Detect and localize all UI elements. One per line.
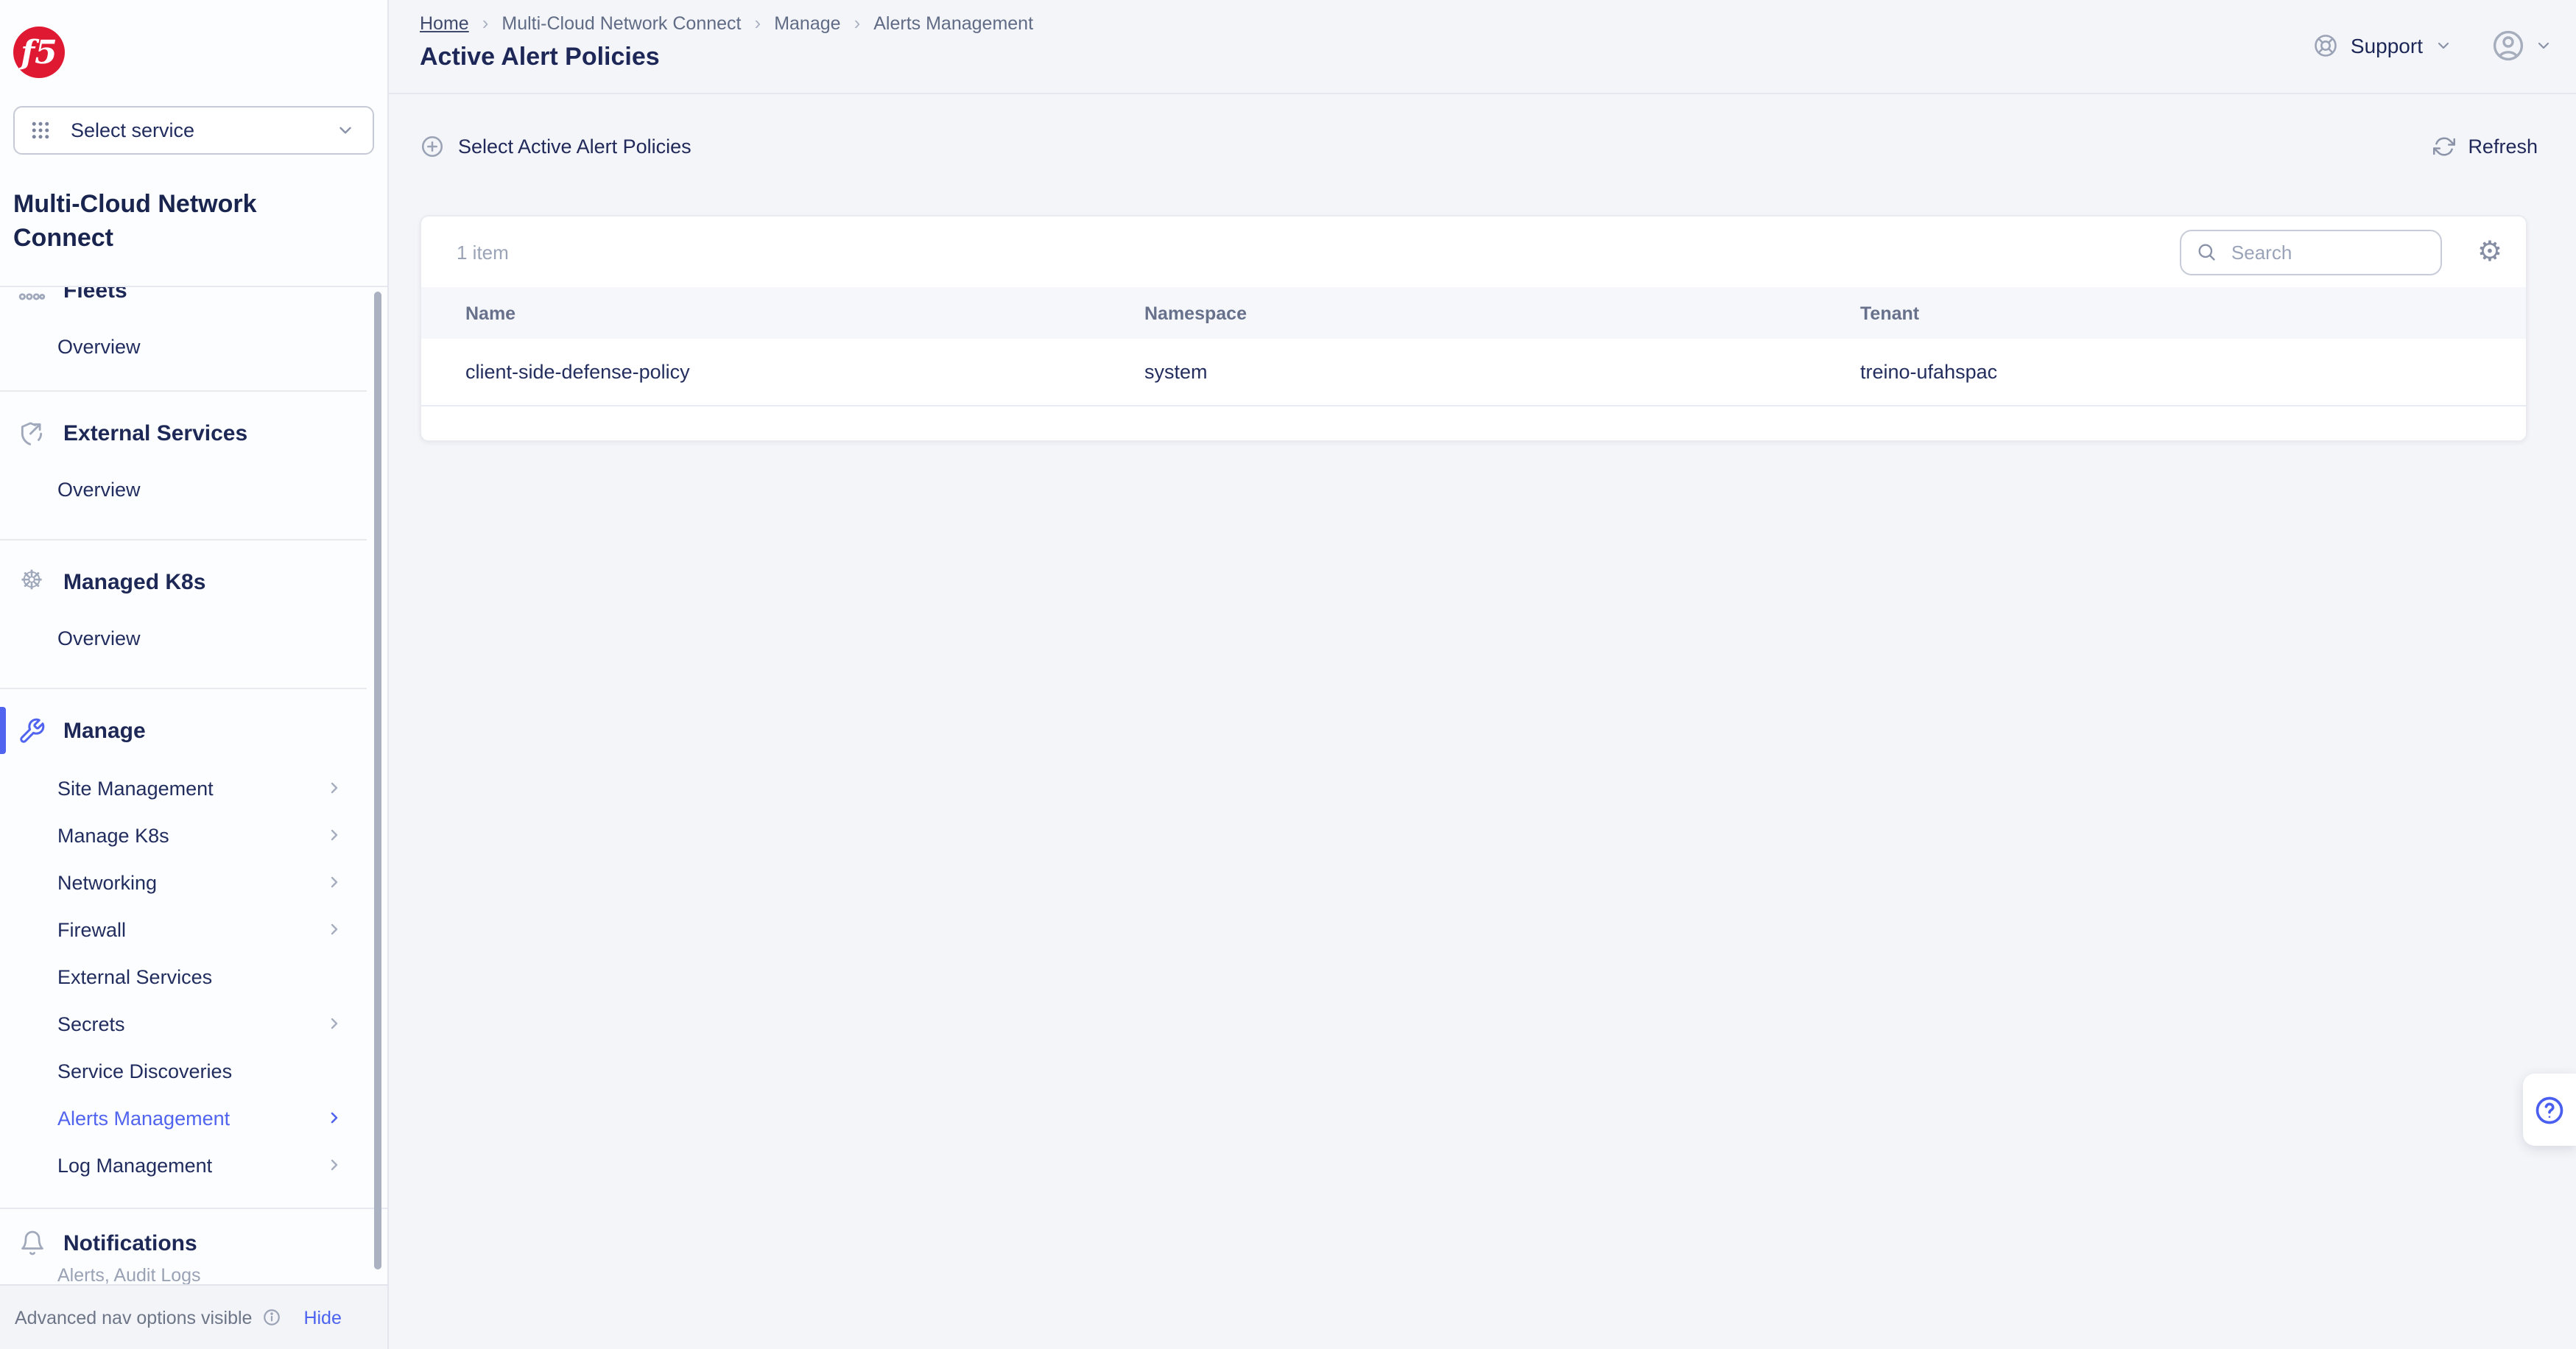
help-circle-icon: [2533, 1093, 2566, 1126]
sidebar-item-alerts-management[interactable]: Alerts Management: [0, 1094, 387, 1141]
user-avatar-icon: [2491, 28, 2526, 63]
account-menu[interactable]: [2491, 28, 2552, 63]
chevron-down-icon: [2435, 37, 2452, 54]
sidebar-item-firewall[interactable]: Firewall: [0, 906, 387, 953]
main-content: Home › Multi-Cloud Network Connect › Man…: [389, 0, 2576, 1349]
sidebar-nav: Fleets Overview External Services: [0, 286, 387, 1208]
sidebar-item-external-services[interactable]: External Services: [0, 953, 387, 1000]
cell-name: client-side-defense-policy: [465, 361, 1144, 383]
sidebar-section-manage[interactable]: Manage: [0, 701, 387, 760]
column-header-name[interactable]: Name: [465, 303, 1144, 323]
item-count: 1 item: [457, 241, 509, 263]
sidebar-section-label: Managed K8s: [63, 569, 205, 594]
sidebar-item-networking[interactable]: Networking: [0, 859, 387, 906]
refresh-button[interactable]: Refresh: [2432, 135, 2538, 157]
wrench-icon: [18, 716, 46, 744]
breadcrumb-item[interactable]: Alerts Management: [873, 13, 1033, 33]
sidebar-section-fleets[interactable]: Fleets: [0, 286, 387, 320]
help-button[interactable]: [2523, 1074, 2576, 1146]
select-active-alert-policies-button[interactable]: Select Active Alert Policies: [420, 133, 691, 158]
cell-namespace: system: [1144, 361, 1860, 383]
sidebar-item-secrets[interactable]: Secrets: [0, 1000, 387, 1047]
sidebar-section-external-services[interactable]: External Services: [0, 404, 387, 462]
sidebar-section-label: External Services: [63, 420, 247, 445]
f5-logo-text: f5: [18, 34, 57, 71]
sidebar-item-external-services-overview[interactable]: Overview: [0, 462, 387, 515]
fleet-icon: [18, 286, 46, 304]
service-picker-label: Select service: [71, 119, 317, 141]
active-indicator: [0, 707, 6, 754]
search-input[interactable]: [2228, 239, 2426, 264]
table-header-row: Name Namespace Tenant: [421, 287, 2526, 339]
breadcrumb-separator: ›: [482, 12, 489, 34]
grid-icon: [29, 119, 52, 141]
card-padding: [421, 406, 2526, 440]
sidebar-title: Multi-Cloud Network Connect: [0, 155, 387, 255]
breadcrumb-item[interactable]: Multi-Cloud Network Connect: [502, 13, 741, 33]
sidebar-item-managed-k8s-overview[interactable]: Overview: [0, 611, 387, 664]
sidebar-item-log-management[interactable]: Log Management: [0, 1141, 387, 1188]
sidebar-section-label: Fleets: [63, 286, 127, 303]
sidebar-section-notifications[interactable]: Notifications Alerts, Audit Logs: [0, 1208, 387, 1284]
f5-logo-icon: f5: [13, 24, 65, 81]
breadcrumb-home[interactable]: Home: [420, 13, 469, 33]
breadcrumb-separator: ›: [854, 12, 861, 34]
divider: [0, 688, 367, 689]
chevron-right-icon: [325, 779, 343, 797]
breadcrumb-item[interactable]: Manage: [774, 13, 840, 33]
bell-icon: [18, 1229, 46, 1257]
info-icon: [262, 1308, 281, 1327]
table-search: [2180, 229, 2442, 275]
plus-circle-icon: [420, 133, 445, 158]
sidebar: f5 Select service Multi-Cloud Network Co…: [0, 0, 389, 1349]
cell-tenant: treino-ufahspac: [1860, 361, 2526, 383]
brand-logo[interactable]: f5: [0, 0, 387, 85]
chevron-down-icon: [2535, 37, 2552, 54]
chevron-right-icon: [325, 920, 343, 938]
sidebar-item-site-management[interactable]: Site Management: [0, 764, 387, 811]
chevron-right-icon: [325, 1156, 343, 1174]
sidebar-section-label: Manage: [63, 718, 146, 743]
chevron-down-icon: [336, 121, 355, 140]
table-toolbar: 1 item ⚙: [421, 216, 2526, 287]
sidebar-item-manage-k8s[interactable]: Manage K8s: [0, 811, 387, 859]
refresh-icon: [2432, 135, 2454, 157]
alert-policies-table-card: 1 item ⚙ Name Namespace Tenant clien: [420, 215, 2527, 442]
chevron-right-icon: [325, 1015, 343, 1032]
advanced-nav-status: Advanced nav options visible: [15, 1307, 252, 1328]
sidebar-section-label: Notifications: [63, 1230, 197, 1255]
divider: [0, 390, 367, 392]
app-window: f5 Select service Multi-Cloud Network Co…: [0, 0, 2576, 1349]
sidebar-scrollbar[interactable]: [374, 292, 381, 1269]
support-menu[interactable]: Support: [2312, 32, 2452, 59]
table-row[interactable]: client-side-defense-policy system treino…: [421, 339, 2526, 406]
helm-wheel-icon: ☸: [18, 568, 46, 596]
sidebar-item-service-discoveries[interactable]: Service Discoveries: [0, 1047, 387, 1094]
life-buoy-icon: [2312, 32, 2339, 59]
sidebar-item-fleets-overview[interactable]: Overview: [0, 320, 387, 373]
hide-advanced-nav-link[interactable]: Hide: [303, 1307, 341, 1328]
actions-toolbar: Select Active Alert Policies Refresh: [389, 94, 2576, 215]
page-header: Home › Multi-Cloud Network Connect › Man…: [389, 0, 2576, 94]
divider: [0, 539, 367, 540]
service-picker-dropdown[interactable]: Select service: [13, 106, 374, 155]
sidebar-footer: Advanced nav options visible Hide: [0, 1284, 387, 1349]
chevron-right-icon: [325, 826, 343, 844]
column-header-tenant[interactable]: Tenant: [1860, 303, 2526, 323]
search-icon: [2196, 242, 2217, 262]
shield-arrow-icon: [18, 419, 46, 447]
chevron-right-icon: [325, 873, 343, 891]
page-title: Active Alert Policies: [420, 43, 2576, 72]
breadcrumb-separator: ›: [755, 12, 761, 34]
sidebar-section-managed-k8s[interactable]: ☸ Managed K8s: [0, 552, 387, 611]
chevron-right-icon: [325, 1109, 343, 1127]
support-label: Support: [2351, 34, 2423, 57]
table-settings-gear-icon[interactable]: ⚙: [2477, 238, 2502, 266]
breadcrumb: Home › Multi-Cloud Network Connect › Man…: [420, 12, 2576, 34]
column-header-namespace[interactable]: Namespace: [1144, 303, 1860, 323]
